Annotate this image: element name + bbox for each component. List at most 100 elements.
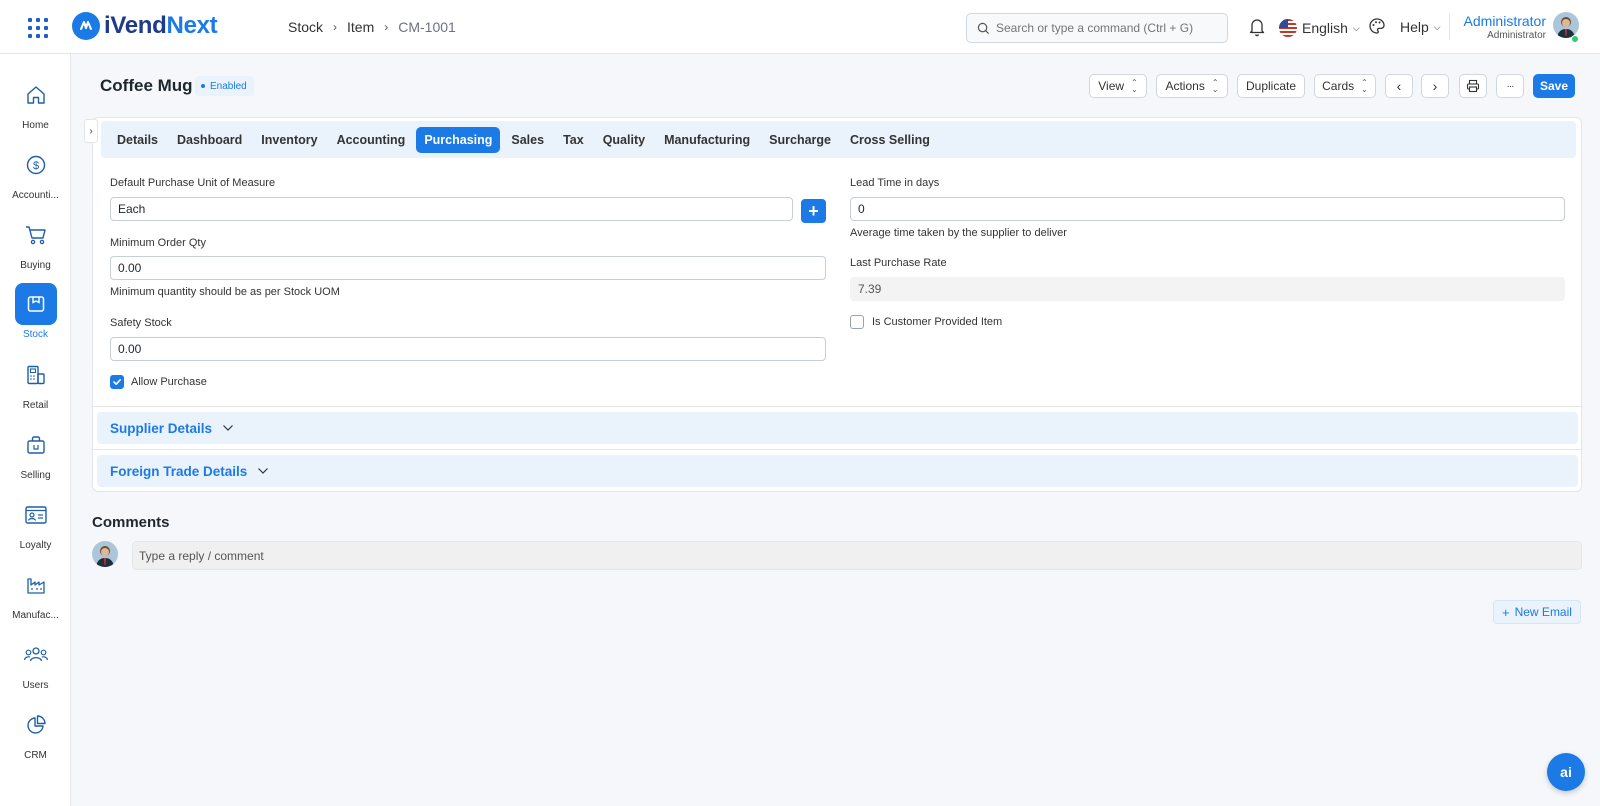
sidebar-item-label: Accounti... (12, 190, 59, 201)
last-purchase-rate-label: Last Purchase Rate (850, 257, 947, 269)
min-order-qty-help: Minimum quantity should be as per Stock … (110, 286, 340, 298)
section-title: Supplier Details (110, 420, 213, 436)
tab-quality[interactable]: Quality (595, 127, 653, 153)
ai-assistant-button[interactable]: ai (1547, 753, 1585, 791)
duplicate-button[interactable]: Duplicate (1237, 74, 1305, 98)
logo-text: iVendNext (104, 12, 218, 39)
tab-dashboard[interactable]: Dashboard (169, 127, 250, 153)
search-bar[interactable] (966, 13, 1228, 43)
plus-icon: + (808, 200, 819, 221)
tab-inventory[interactable]: Inventory (253, 127, 325, 153)
sidebar-item-home[interactable]: Home (0, 74, 71, 131)
section-title: Foreign Trade Details (110, 463, 248, 479)
pos-icon (15, 354, 57, 396)
actions-button[interactable]: Actions ⌃ ⌄ (1156, 74, 1228, 98)
print-button[interactable] (1459, 74, 1487, 98)
sidebar-item-label: Selling (20, 470, 51, 481)
tab-sales[interactable]: Sales (503, 127, 552, 153)
chevron-right-icon: › (333, 20, 338, 34)
sidebar-item-loyalty[interactable]: Loyalty (0, 494, 71, 551)
box-icon (14, 283, 57, 325)
chevron-left-icon: ‹ (1396, 78, 1402, 94)
default-uom-field[interactable]: Each (110, 197, 793, 221)
divider (1449, 14, 1450, 40)
search-input[interactable] (996, 21, 1216, 35)
save-button[interactable]: Save (1533, 74, 1575, 98)
foreign-trade-section[interactable]: Foreign Trade Details (97, 455, 1578, 487)
user-menu[interactable]: Administrator Administrator (1464, 13, 1546, 41)
min-order-qty-field[interactable]: 0.00 (110, 256, 826, 280)
next-button[interactable]: › (1421, 74, 1449, 98)
tab-details[interactable]: Details (109, 127, 166, 153)
dollar-icon: $ (15, 144, 57, 186)
sidebar-item-crm[interactable]: CRM (0, 704, 71, 761)
previous-button[interactable]: ‹ (1385, 74, 1413, 98)
customer-provided-checkbox[interactable] (850, 315, 864, 329)
sidebar-item-manufacturing[interactable]: Manufac... (0, 564, 71, 621)
sidebar-item-users[interactable]: Users (0, 634, 71, 691)
sort-updown-icon: ⌃ ⌄ (1211, 78, 1219, 94)
divider (93, 449, 1581, 450)
sidebar-item-accounting[interactable]: $ Accounti... (0, 144, 71, 201)
lead-time-field[interactable]: 0 (850, 197, 1565, 221)
factory-icon (15, 564, 57, 606)
tab-cross-selling[interactable]: Cross Selling (842, 127, 938, 153)
sidebar-item-label: Loyalty (19, 540, 52, 551)
language-selector[interactable]: English ⌵ (1279, 19, 1360, 37)
chevron-down-icon (258, 468, 269, 474)
theme-palette-icon[interactable] (1368, 17, 1386, 38)
chevron-down-icon (223, 425, 233, 431)
sidebar-item-selling[interactable]: Selling (0, 424, 71, 481)
notification-bell-icon[interactable] (1248, 17, 1266, 40)
new-email-label: New Email (1514, 605, 1572, 619)
tab-tax[interactable]: Tax (555, 127, 592, 153)
new-email-button[interactable]: + New Email (1493, 600, 1581, 624)
check-icon (113, 379, 121, 385)
add-uom-button[interactable]: + (801, 199, 826, 223)
view-button[interactable]: View ⌃ ⌄ (1089, 74, 1147, 98)
plus-icon: + (1502, 604, 1510, 620)
sidebar-item-label: Buying (20, 260, 51, 271)
tab-surcharge[interactable]: Surcharge (761, 127, 839, 153)
sidebar-item-buying[interactable]: Buying (0, 214, 71, 271)
online-status-dot (1571, 35, 1579, 43)
breadcrumb-stock[interactable]: Stock (288, 19, 323, 35)
allow-purchase-checkbox[interactable] (110, 375, 124, 389)
help-menu[interactable]: Help ⌵ (1400, 19, 1441, 35)
app-logo[interactable]: iVendNext (72, 12, 218, 40)
tab-bar: Details Dashboard Inventory Accounting P… (101, 121, 1576, 158)
avatar (92, 541, 118, 567)
allow-purchase-label: Allow Purchase (131, 376, 207, 388)
tab-accounting[interactable]: Accounting (329, 127, 414, 153)
comment-input[interactable]: Type a reply / comment (132, 541, 1582, 570)
sidebar-item-label: CRM (24, 750, 47, 761)
cards-label: Cards (1322, 79, 1355, 93)
customer-provided-label: Is Customer Provided Item (872, 316, 1003, 328)
safety-stock-label: Safety Stock (110, 317, 172, 329)
apps-grid-icon[interactable] (28, 18, 48, 38)
users-icon (15, 634, 57, 676)
home-icon (15, 74, 57, 116)
breadcrumb: Stock › Item › CM-1001 (288, 19, 456, 35)
status-badge: Enabled (195, 76, 254, 96)
breadcrumb-item[interactable]: Item (347, 19, 374, 35)
lead-time-help: Average time taken by the supplier to de… (850, 227, 1067, 239)
language-label: English (1302, 20, 1348, 36)
search-icon (977, 22, 990, 34)
bag-icon (15, 424, 57, 466)
lead-time-label: Lead Time in days (850, 177, 940, 189)
expand-sidebar-button[interactable]: › (84, 119, 98, 143)
tab-purchasing[interactable]: Purchasing (416, 126, 501, 153)
more-options-button[interactable]: ··· (1496, 74, 1524, 98)
sidebar-item-label: Manufac... (12, 610, 59, 621)
sort-updown-icon: ⌃ ⌄ (1131, 78, 1138, 94)
sidebar-item-stock[interactable]: Stock (0, 283, 71, 340)
cards-button[interactable]: Cards ⌃ ⌄ (1314, 74, 1376, 98)
sidebar-item-retail[interactable]: Retail (0, 354, 71, 411)
safety-stock-field[interactable]: 0.00 (110, 337, 826, 361)
tab-manufacturing[interactable]: Manufacturing (656, 127, 758, 153)
breadcrumb-current: CM-1001 (398, 19, 456, 35)
us-flag-icon (1279, 19, 1297, 37)
supplier-details-section[interactable]: Supplier Details (97, 412, 1578, 444)
comments-title: Comments (92, 514, 170, 531)
